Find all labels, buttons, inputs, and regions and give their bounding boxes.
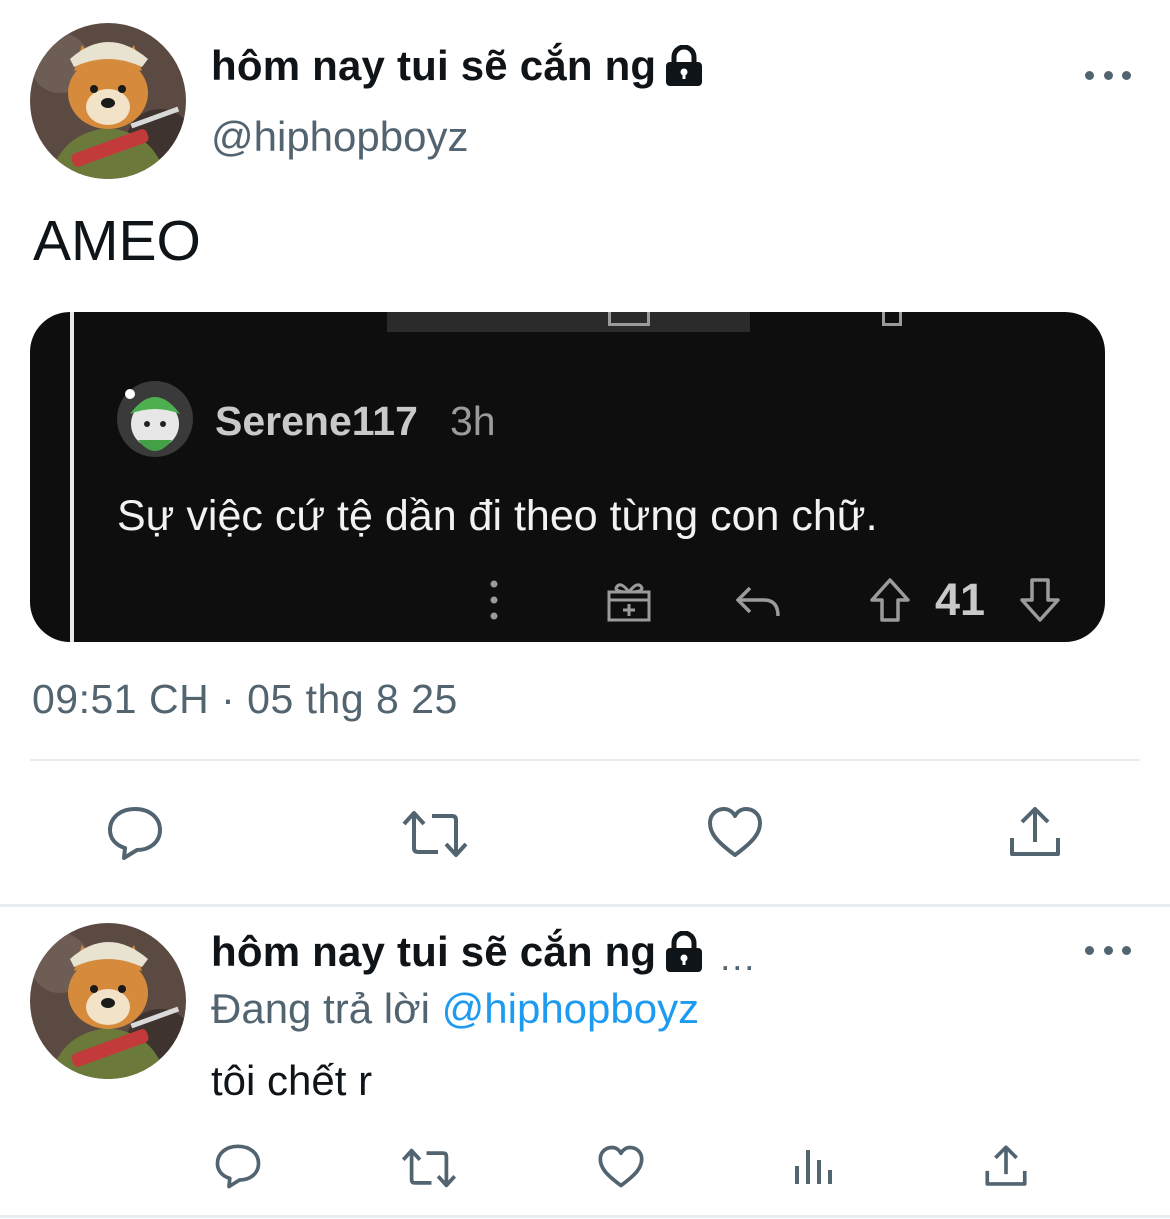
- reply-reply-button[interactable]: [214, 1143, 262, 1189]
- reply-share-button[interactable]: [984, 1143, 1028, 1189]
- replying-to-mention[interactable]: @hiphopboyz: [442, 985, 699, 1032]
- like-button[interactable]: [706, 805, 764, 859]
- upvote-icon: [870, 578, 910, 622]
- reddit-time: 3h: [450, 398, 496, 444]
- reddit-comment: Sự việc cứ tệ dần đi theo từng con chữ.: [117, 492, 878, 540]
- reply-author-row: hôm nay tui sẽ cắn ng ...: [211, 928, 757, 978]
- shiba-dog-avatar-icon: [30, 23, 186, 179]
- reply-like-button[interactable]: [597, 1144, 645, 1189]
- reply-display-name[interactable]: hôm nay tui sẽ cắn ng: [211, 928, 656, 976]
- share-icon: [985, 1145, 1027, 1186]
- more-dot: [1122, 945, 1131, 955]
- reddit-actions: 41: [30, 570, 1105, 630]
- tweet-media-image[interactable]: Serene117 3h Sự việc cứ tệ dần đi theo t…: [30, 312, 1105, 642]
- section-divider: [0, 904, 1170, 907]
- kebab-menu-icon: [490, 580, 498, 620]
- avatar[interactable]: [30, 23, 186, 179]
- more-dot: [1103, 70, 1113, 80]
- analytics-icon: [795, 1150, 832, 1184]
- more-dot: [1103, 945, 1113, 955]
- cropped-gift-icon: [608, 312, 650, 326]
- shiba-dog-avatar-icon: [30, 923, 186, 1079]
- reply-button[interactable]: [106, 805, 164, 861]
- retweet-icon: [401, 1148, 457, 1188]
- share-button[interactable]: [1008, 804, 1062, 860]
- cropped-vote-icon: [882, 312, 902, 326]
- retweet-icon: [402, 811, 468, 857]
- username-handle[interactable]: @hiphopboyz: [211, 113, 468, 161]
- gift-icon: [607, 583, 651, 622]
- lock-icon: [666, 931, 703, 972]
- display-name[interactable]: hôm nay tui sẽ cắn ng: [211, 42, 656, 90]
- bottom-divider: [0, 1215, 1170, 1218]
- reply-text: tôi chết r: [211, 1057, 373, 1104]
- lock-icon: [666, 45, 703, 86]
- author-row: hôm nay tui sẽ cắn ng: [211, 42, 704, 90]
- reply-icon: [108, 807, 162, 860]
- vote-count: 41: [935, 574, 986, 625]
- reply-more-options-button[interactable]: [1085, 940, 1131, 960]
- retweet-button[interactable]: [400, 808, 470, 860]
- share-icon: [1010, 807, 1060, 856]
- reddit-avatar-icon: [117, 381, 193, 457]
- name-truncation: ...: [720, 937, 757, 978]
- replying-to-label: Đang trả lời: [211, 985, 430, 1032]
- cropped-toolbar: [387, 312, 750, 332]
- reply-retweet-button[interactable]: [400, 1146, 458, 1190]
- reply-avatar[interactable]: [30, 923, 186, 1079]
- heart-icon: [708, 807, 762, 857]
- more-dot: [1122, 70, 1131, 80]
- tweet-timestamp[interactable]: 09:51 CH · 05 thg 8 25: [32, 676, 458, 723]
- reply-views-button[interactable]: [792, 1146, 834, 1188]
- more-options-button[interactable]: [1085, 65, 1131, 85]
- more-dot: [1085, 70, 1094, 80]
- divider: [30, 759, 1140, 761]
- downvote-icon: [1020, 578, 1060, 622]
- heart-icon: [598, 1145, 644, 1188]
- replying-to-line: Đang trả lời @hiphopboyz: [211, 985, 699, 1033]
- reply-icon: [215, 1144, 261, 1189]
- tweet-text: AMEO: [33, 209, 201, 273]
- reddit-username: Serene117: [215, 398, 418, 444]
- reply-arrow-icon: [735, 586, 780, 617]
- more-dot: [1085, 945, 1094, 955]
